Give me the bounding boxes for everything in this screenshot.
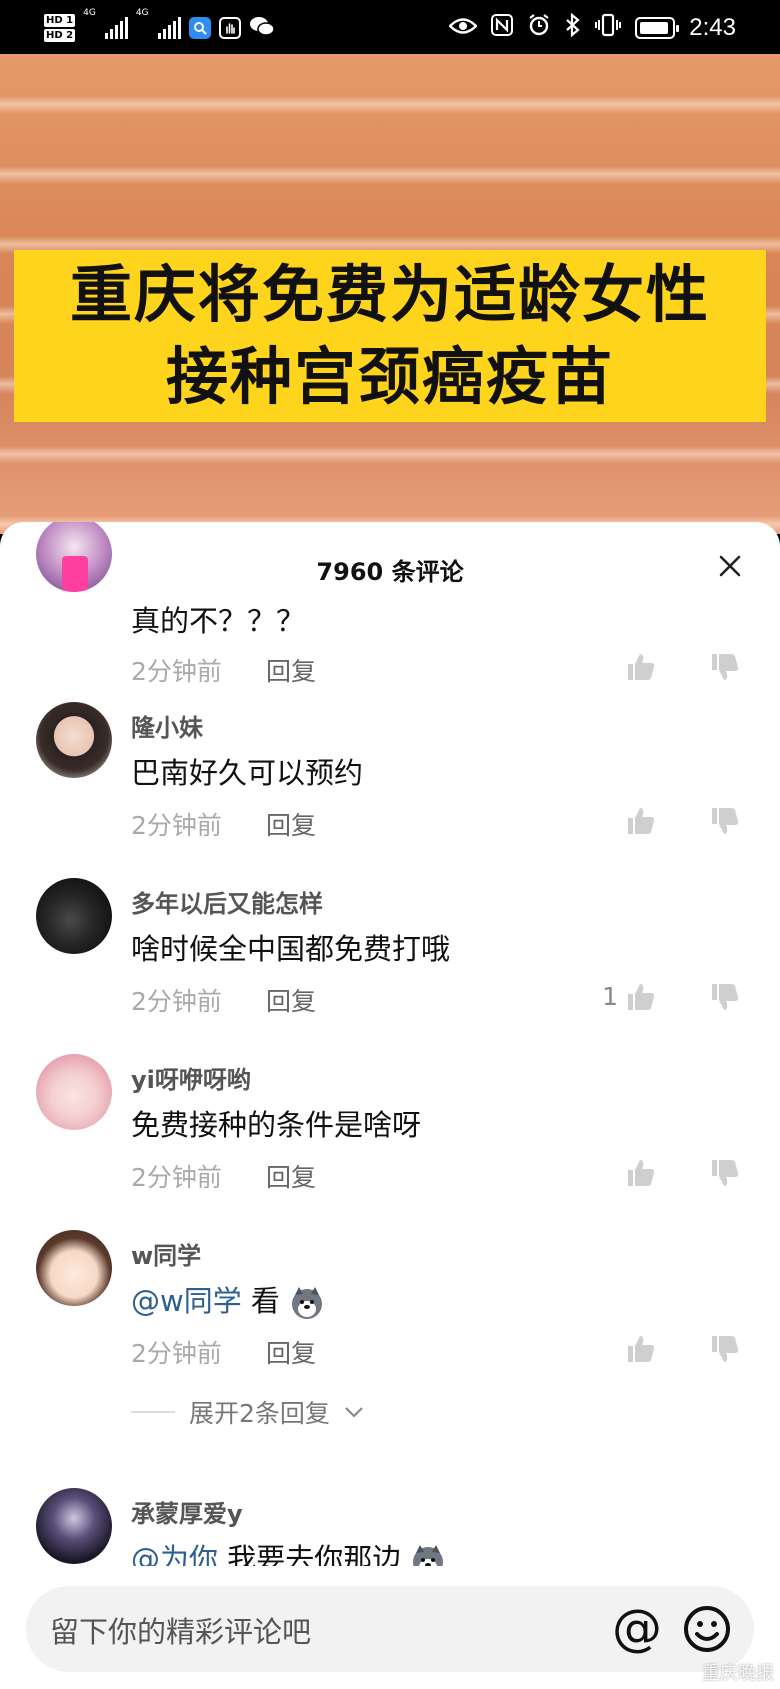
reply-button[interactable]: 回复 [266,652,316,688]
close-button[interactable] [714,550,746,582]
banner-line-1: 重庆将免费为适龄女性 [69,258,710,331]
comment-count-title: 7960 条评论 [316,558,464,586]
comment-input-placeholder: 留下你的精彩评论吧 [50,1615,312,1649]
banner-line-2: 接种宫颈癌疫苗 [165,340,614,413]
thumbs-down-icon[interactable] [710,652,740,682]
thumbs-down-icon[interactable] [710,1158,740,1188]
comment-text: 啥时候全中国都免费打哦 [131,932,451,966]
status-left: HD 1 HD 2 4G 4G [44,8,275,48]
thumbs-up-icon[interactable] [626,652,656,682]
comment-input[interactable]: 留下你的精彩评论吧 @ [26,1586,754,1672]
mention-at-icon[interactable]: @ [612,1598,662,1658]
wechat-icon [249,15,275,41]
avatar[interactable] [36,1054,112,1130]
emoji-smile-icon[interactable] [682,1604,732,1654]
eye-icon [448,16,478,41]
comment-username[interactable]: 多年以后又能怎样 [131,884,323,919]
avatar[interactable] [36,878,112,954]
vibrate-icon [595,13,622,43]
comment-text: 巴南好久可以预约 [131,756,364,790]
signal-icon [104,17,128,39]
comment-text: 免费接种的条件是啥呀 [131,1108,422,1142]
reply-button[interactable]: 回复 [266,1158,316,1194]
hd1-badge: HD 1 [44,14,76,27]
sheet-header: 7960 条评论 [0,522,780,590]
hd2-badge: HD 2 [44,29,76,42]
comments-sheet: 7960 条评论 真的不？？？ 2分钟前 回复 隆小妹 巴南好久可以预约 2分钟… [0,522,780,1689]
comment-time: 2分钟前 [131,811,222,840]
battery-icon [635,17,680,39]
comment-text: @w同学 看 [131,1278,325,1321]
comment-time: 2分钟前 [131,657,222,686]
comment-time: 2分钟前 [131,987,222,1016]
reply-button[interactable]: 回复 [266,806,316,842]
comment-text: 真的不？？？ [131,604,306,638]
status-bar: HD 1 HD 2 4G 4G 2:43 [0,0,780,54]
hd-indicators: HD 1 HD 2 [44,14,76,42]
thumbs-up-icon[interactable] [626,1158,656,1188]
thumbs-down-icon[interactable] [710,982,740,1012]
search-app-icon [188,17,211,39]
thumbs-down-icon[interactable] [710,1334,740,1364]
watermark: 重庆晚报 [702,1663,774,1684]
avatar[interactable] [36,1488,112,1564]
like-count: 1 [602,982,618,1011]
expand-replies-button[interactable]: 展开2条回复 [131,1394,364,1430]
husky-emoji-icon [292,1287,323,1319]
clock: 2:43 [689,14,736,41]
comment-username[interactable]: 隆小妹 [131,708,203,743]
expand-replies-label: 展开2条回复 [189,1399,330,1428]
comment-input-bar: 留下你的精彩评论吧 @ 重庆晚报 [0,1566,780,1689]
comment-text-body: 看 [241,1284,280,1318]
divider [131,1411,175,1413]
chevron-down-icon [345,1407,363,1418]
status-right: 2:43 [448,8,736,48]
thumbs-up-icon[interactable] [626,806,656,836]
comment-time: 2分钟前 [131,1339,222,1368]
thumbs-down-icon[interactable] [710,806,740,836]
network-type-1: 4G [83,8,96,18]
comment-time: 2分钟前 [131,1163,222,1192]
reply-button[interactable]: 回复 [266,982,316,1018]
avatar[interactable] [36,1230,112,1306]
signal-icon-2 [157,17,181,39]
comment-username[interactable]: 承蒙厚爱y [131,1494,243,1529]
bluetooth-icon [565,12,581,43]
thumbs-up-icon[interactable] [626,1334,656,1364]
network-type-2: 4G [135,8,149,18]
close-icon [719,555,741,577]
hand-app-icon [218,17,241,39]
comment-username[interactable]: w同学 [131,1236,201,1271]
comment-username[interactable]: yi呀咿呀哟 [131,1060,251,1095]
avatar[interactable] [36,702,112,778]
thumbs-up-icon[interactable] [626,982,656,1012]
reply-button[interactable]: 回复 [266,1334,316,1370]
video-caption-banner: 重庆将免费为适龄女性 接种宫颈癌疫苗 [14,250,766,422]
alarm-icon [527,13,551,43]
nfc-icon [491,14,514,42]
video-player[interactable]: 重庆将免费为适龄女性 接种宫颈癌疫苗 [0,54,780,534]
mention-link[interactable]: @w同学 [131,1284,242,1318]
